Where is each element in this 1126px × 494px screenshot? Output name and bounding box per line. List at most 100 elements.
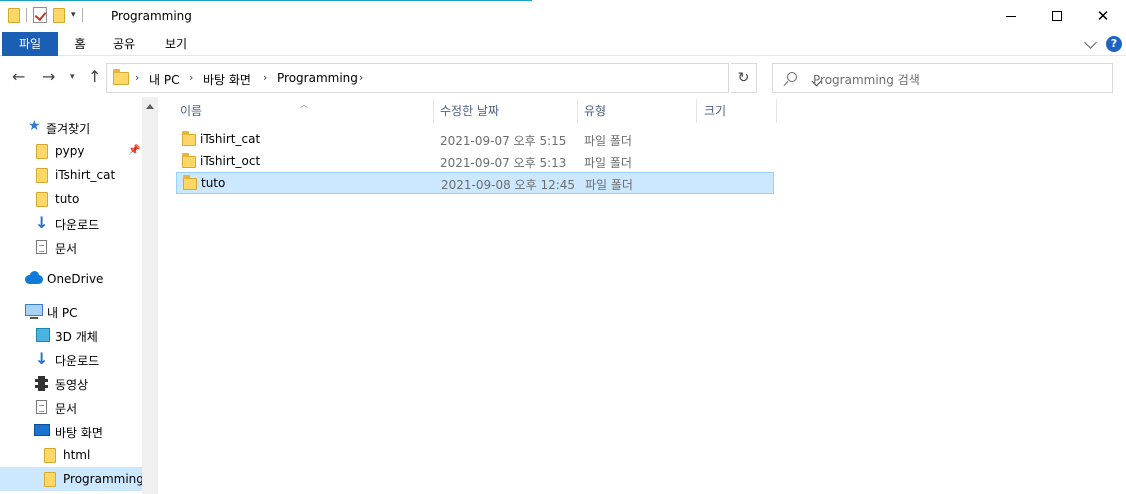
title-bar: ▾ Programming ✕ bbox=[0, 0, 1126, 32]
folder-icon bbox=[113, 69, 129, 85]
nav-label: html bbox=[63, 448, 91, 462]
breadcrumb-separator-icon[interactable]: › bbox=[135, 71, 139, 84]
breadcrumb-separator-icon[interactable]: › bbox=[359, 71, 363, 84]
folder-icon bbox=[182, 153, 196, 168]
scroll-up-icon[interactable] bbox=[146, 104, 154, 109]
breadcrumb-separator-icon[interactable]: › bbox=[263, 71, 267, 84]
nav-item-downloads[interactable]: ↓ 다운로드 bbox=[0, 211, 142, 235]
recent-locations-icon[interactable]: ▾ bbox=[70, 72, 75, 82]
tab-file[interactable]: 파일 bbox=[2, 32, 58, 56]
nav-label: 문서 bbox=[55, 242, 78, 256]
tab-view[interactable]: 보기 bbox=[156, 32, 196, 56]
cube-icon bbox=[36, 328, 50, 342]
toolbar-separator bbox=[81, 8, 83, 22]
nav-label: OneDrive bbox=[47, 272, 104, 286]
column-header-type[interactable]: 유형 bbox=[578, 97, 696, 125]
column-divider[interactable] bbox=[776, 99, 777, 123]
column-divider[interactable] bbox=[696, 99, 697, 123]
address-bar[interactable]: › 내 PC › 바탕 화면 › Programming › bbox=[106, 63, 822, 93]
nav-item-videos[interactable]: 동영상 bbox=[0, 371, 142, 395]
back-icon[interactable]: ← bbox=[12, 67, 25, 86]
folder-icon bbox=[44, 448, 56, 463]
nav-label: iTshirt_cat bbox=[55, 168, 116, 182]
nav-label: 다운로드 bbox=[55, 354, 100, 368]
desktop-icon bbox=[34, 424, 50, 436]
file-modified: 2021-09-07 오후 5:15 bbox=[440, 134, 567, 148]
download-icon: ↓ bbox=[35, 213, 49, 232]
nav-item-pypy[interactable]: pypy 📌 bbox=[0, 139, 142, 163]
expand-ribbon-icon[interactable] bbox=[1084, 36, 1097, 49]
file-modified: 2021-09-07 오후 5:13 bbox=[440, 156, 567, 170]
download-icon: ↓ bbox=[35, 349, 49, 368]
help-icon[interactable]: ? bbox=[1106, 36, 1122, 52]
breadcrumb-this-pc[interactable]: 내 PC bbox=[149, 71, 179, 88]
nav-item-desktop[interactable]: 바탕 화면 bbox=[0, 419, 142, 443]
nav-item-pc-downloads[interactable]: ↓ 다운로드 bbox=[0, 347, 142, 371]
column-header-name[interactable]: 이름 bbox=[174, 97, 432, 125]
nav-scrollbar[interactable] bbox=[142, 97, 158, 494]
toolbar-separator bbox=[26, 8, 27, 22]
nav-label: 다운로드 bbox=[55, 218, 100, 232]
file-name: iTshirt_oct bbox=[200, 154, 261, 168]
minimize-button[interactable] bbox=[988, 0, 1034, 32]
film-icon bbox=[35, 376, 48, 391]
folder-icon bbox=[8, 7, 20, 23]
nav-label: pypy bbox=[55, 144, 85, 158]
table-row[interactable]: iTshirt_cat 2021-09-07 오후 5:15 파일 폴더 bbox=[176, 129, 774, 151]
nav-label: 내 PC bbox=[47, 306, 78, 320]
folder-icon bbox=[183, 175, 197, 190]
new-folder-icon[interactable] bbox=[53, 7, 65, 23]
computer-icon bbox=[25, 304, 43, 319]
nav-label: 문서 bbox=[55, 402, 78, 416]
quick-access-toolbar: ▾ bbox=[8, 7, 83, 23]
close-icon: ✕ bbox=[1096, 7, 1110, 25]
breadcrumb-separator-icon[interactable]: › bbox=[189, 71, 193, 84]
nav-item-3d-objects[interactable]: 3D 개체 bbox=[0, 323, 142, 347]
folder-icon bbox=[182, 131, 196, 146]
up-icon[interactable]: ↑ bbox=[88, 67, 101, 86]
table-row[interactable]: iTshirt_oct 2021-09-07 오후 5:13 파일 폴더 bbox=[176, 151, 774, 173]
search-icon bbox=[787, 72, 797, 82]
ribbon-tabs: 파일 홈 공유 보기 ? bbox=[0, 32, 1126, 56]
file-list: ︿ 이름 수정한 날짜 유형 크기 iTshirt_cat 2021-09-07… bbox=[158, 97, 1126, 494]
folder-icon bbox=[36, 168, 48, 183]
close-button[interactable]: ✕ bbox=[1080, 0, 1126, 32]
search-box[interactable]: Programming 검색 bbox=[772, 63, 1113, 93]
nav-quick-access[interactable]: ★ 즐겨찾기 bbox=[0, 115, 142, 139]
nav-item-html[interactable]: html bbox=[0, 443, 142, 467]
minimize-icon bbox=[1006, 15, 1016, 17]
address-row: ← → ▾ ↑ › 내 PC › 바탕 화면 › Programming › ↻… bbox=[0, 57, 1126, 97]
star-icon: ★ bbox=[28, 118, 41, 134]
column-header-size[interactable]: 크기 bbox=[698, 97, 776, 125]
maximize-button[interactable] bbox=[1034, 0, 1080, 32]
breadcrumb-desktop[interactable]: 바탕 화면 bbox=[203, 71, 251, 88]
folder-icon bbox=[44, 472, 56, 487]
cloud-icon bbox=[25, 271, 43, 284]
nav-label: tuto bbox=[55, 192, 80, 206]
breadcrumb-programming[interactable]: Programming bbox=[277, 71, 358, 85]
properties-icon[interactable] bbox=[33, 7, 47, 23]
navigation-pane: ★ 즐겨찾기 pypy 📌 iTshirt_cat tuto ↓ 다운로드 문서… bbox=[0, 97, 158, 494]
tab-share[interactable]: 공유 bbox=[104, 32, 144, 56]
nav-item-pc-documents[interactable]: 문서 bbox=[0, 395, 142, 419]
file-name: tuto bbox=[201, 176, 226, 190]
table-row-selected[interactable]: tuto 2021-09-08 오후 12:45 파일 폴더 bbox=[176, 172, 774, 194]
window-title: Programming bbox=[111, 9, 192, 23]
file-modified: 2021-09-08 오후 12:45 bbox=[441, 178, 576, 192]
nav-label: 동영상 bbox=[55, 378, 89, 392]
nav-item-documents[interactable]: 문서 bbox=[0, 235, 142, 259]
nav-item-tuto[interactable]: tuto bbox=[0, 187, 142, 211]
folder-icon bbox=[36, 192, 48, 207]
pin-icon[interactable]: 📌 bbox=[128, 145, 140, 156]
nav-this-pc[interactable]: 내 PC bbox=[0, 299, 142, 323]
column-header-modified[interactable]: 수정한 날짜 bbox=[434, 97, 577, 125]
customize-toolbar-icon[interactable]: ▾ bbox=[71, 10, 76, 20]
nav-onedrive[interactable]: OneDrive bbox=[0, 267, 142, 291]
maximize-icon bbox=[1052, 11, 1062, 21]
forward-icon[interactable]: → bbox=[42, 67, 55, 86]
nav-label: Programming bbox=[63, 472, 144, 486]
nav-item-programming[interactable]: Programming bbox=[0, 467, 144, 491]
tab-home[interactable]: 홈 bbox=[66, 32, 94, 56]
refresh-button[interactable]: ↻ bbox=[731, 63, 757, 93]
nav-item-itshirt-cat[interactable]: iTshirt_cat bbox=[0, 163, 142, 187]
